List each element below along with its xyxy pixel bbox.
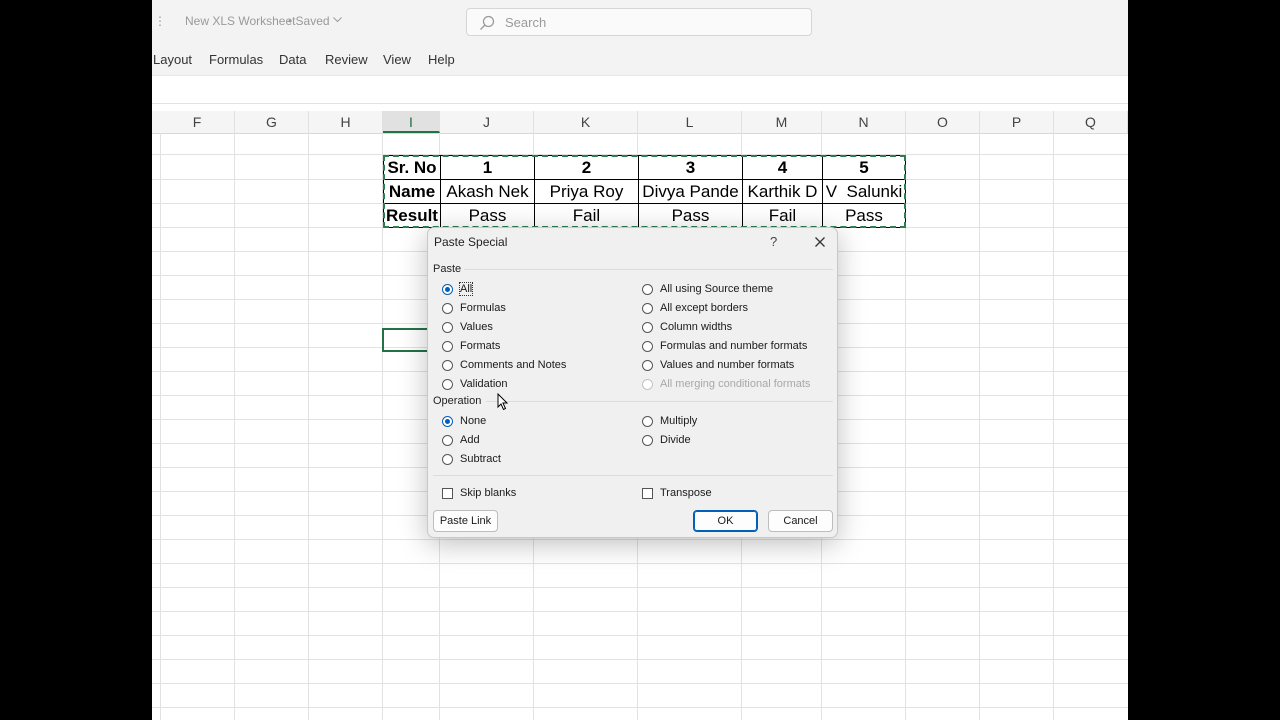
- table-cell[interactable]: Name: [384, 180, 441, 204]
- column-headers: F G H I J K L M N O P Q: [152, 111, 1128, 134]
- radio-icon[interactable]: [442, 379, 453, 390]
- radio-icon[interactable]: [442, 435, 453, 446]
- column-header-h[interactable]: H: [309, 111, 383, 133]
- paste-option-validation[interactable]: Validation: [442, 378, 612, 394]
- dialog-title: Paste Special: [434, 235, 508, 249]
- table-cell[interactable]: 3: [639, 156, 743, 180]
- column-header-o[interactable]: O: [906, 111, 980, 133]
- paste-option-formulas[interactable]: Formulas: [442, 302, 612, 318]
- radio-icon[interactable]: [642, 284, 653, 295]
- operation-group-label: Operation: [433, 395, 482, 407]
- radio-icon[interactable]: [442, 303, 453, 314]
- table-cell[interactable]: Priya Roy: [535, 180, 639, 204]
- search-input[interactable]: [505, 14, 785, 30]
- ok-button[interactable]: OK: [693, 510, 758, 532]
- radio-icon[interactable]: [642, 341, 653, 352]
- tab-help[interactable]: Help: [428, 52, 455, 67]
- mouse-pointer-icon: [497, 393, 509, 411]
- paste-link-button[interactable]: Paste Link: [433, 510, 498, 532]
- operation-option-add[interactable]: Add: [442, 434, 612, 450]
- table-cell[interactable]: Fail: [743, 204, 823, 228]
- cancel-button[interactable]: Cancel: [768, 510, 833, 532]
- radio-icon[interactable]: [642, 322, 653, 333]
- table-cell[interactable]: Fail: [535, 204, 639, 228]
- radio-icon[interactable]: [642, 416, 653, 427]
- radio-icon[interactable]: [442, 360, 453, 371]
- operation-option-multiply[interactable]: Multiply: [642, 415, 832, 431]
- table-cell[interactable]: 1: [441, 156, 535, 180]
- column-header-q[interactable]: Q: [1054, 111, 1128, 133]
- paste-option-all-merging-conditional-formats: All merging conditional formats: [642, 378, 832, 394]
- operation-option-none[interactable]: None: [442, 415, 612, 431]
- data-table: Sr. No 1 2 3 4 5 Name Akash Nek Priya Ro…: [383, 155, 906, 228]
- tab-view[interactable]: View: [383, 52, 411, 67]
- close-icon[interactable]: [809, 231, 831, 253]
- table-cell[interactable]: Karthik D: [743, 180, 823, 204]
- transpose-checkbox[interactable]: Transpose: [642, 487, 832, 503]
- tab-formulas[interactable]: Formulas: [209, 52, 263, 67]
- checkbox-icon[interactable]: [442, 488, 453, 499]
- checkbox-icon[interactable]: [642, 488, 653, 499]
- paste-option-column-widths[interactable]: Column widths: [642, 321, 832, 337]
- radio-icon[interactable]: [442, 322, 453, 333]
- radio-disabled-icon: [642, 379, 653, 390]
- save-status: • Saved: [288, 14, 330, 28]
- paste-option-formats[interactable]: Formats: [442, 340, 612, 356]
- document-name: New XLS Worksheet: [185, 14, 296, 28]
- table-cell[interactable]: Akash Nek: [441, 180, 535, 204]
- paste-option-values[interactable]: Values: [442, 321, 612, 337]
- column-header-p[interactable]: P: [980, 111, 1054, 133]
- table-cell[interactable]: Sr. No: [384, 156, 441, 180]
- paste-special-dialog: Paste Special ? Paste All Formulas Value…: [427, 227, 838, 538]
- table-cell[interactable]: 4: [743, 156, 823, 180]
- paste-group-label: Paste: [433, 263, 462, 275]
- radio-selected-icon[interactable]: [442, 284, 453, 295]
- radio-icon[interactable]: [442, 454, 453, 465]
- table-cell[interactable]: Pass: [441, 204, 535, 228]
- column-header-n[interactable]: N: [822, 111, 906, 133]
- column-header-l[interactable]: L: [638, 111, 742, 133]
- operation-option-divide[interactable]: Divide: [642, 434, 832, 450]
- table-cell[interactable]: Pass: [639, 204, 743, 228]
- tab-page-layout[interactable]: Layout: [153, 52, 192, 67]
- column-header-g[interactable]: G: [235, 111, 309, 133]
- ribbon-tabs: Layout Formulas Data Review View Help: [152, 45, 1128, 76]
- table-cell[interactable]: 2: [535, 156, 639, 180]
- paste-option-formulas-and-number-formats[interactable]: Formulas and number formats: [642, 340, 832, 356]
- column-header-i[interactable]: I: [383, 111, 440, 133]
- paste-option-all-using-source-theme[interactable]: All using Source theme: [642, 283, 832, 299]
- table-cell[interactable]: V Salunki: [823, 180, 906, 204]
- search-icon: [480, 15, 495, 30]
- tab-review[interactable]: Review: [325, 52, 368, 67]
- column-header-j[interactable]: J: [440, 111, 534, 133]
- title-bar: ⋮ New XLS Worksheet • Saved: [152, 0, 1128, 45]
- radio-icon[interactable]: [442, 341, 453, 352]
- table-cell[interactable]: 5: [823, 156, 906, 180]
- column-header-m[interactable]: M: [742, 111, 822, 133]
- table-cell[interactable]: Pass: [823, 204, 906, 228]
- search-box[interactable]: [466, 8, 812, 36]
- tab-data[interactable]: Data: [279, 52, 306, 67]
- skip-blanks-checkbox[interactable]: Skip blanks: [442, 487, 612, 503]
- formula-bar[interactable]: [152, 80, 1128, 104]
- paste-option-values-and-number-formats[interactable]: Values and number formats: [642, 359, 832, 375]
- table-cell[interactable]: Result: [384, 204, 441, 228]
- column-header-k[interactable]: K: [534, 111, 638, 133]
- menu-dots-icon[interactable]: ⋮: [154, 14, 166, 28]
- help-icon[interactable]: ?: [770, 234, 777, 249]
- paste-option-all[interactable]: All: [442, 282, 612, 299]
- radio-icon[interactable]: [642, 303, 653, 314]
- paste-option-all-except-borders[interactable]: All except borders: [642, 302, 832, 318]
- chevron-down-icon[interactable]: [333, 17, 342, 23]
- radio-icon[interactable]: [642, 435, 653, 446]
- operation-option-subtract[interactable]: Subtract: [442, 453, 612, 469]
- paste-option-comments-and-notes[interactable]: Comments and Notes: [442, 359, 612, 375]
- table-cell[interactable]: Divya Pande: [639, 180, 743, 204]
- column-header-f[interactable]: F: [160, 111, 235, 133]
- radio-selected-icon[interactable]: [442, 416, 453, 427]
- radio-icon[interactable]: [642, 360, 653, 371]
